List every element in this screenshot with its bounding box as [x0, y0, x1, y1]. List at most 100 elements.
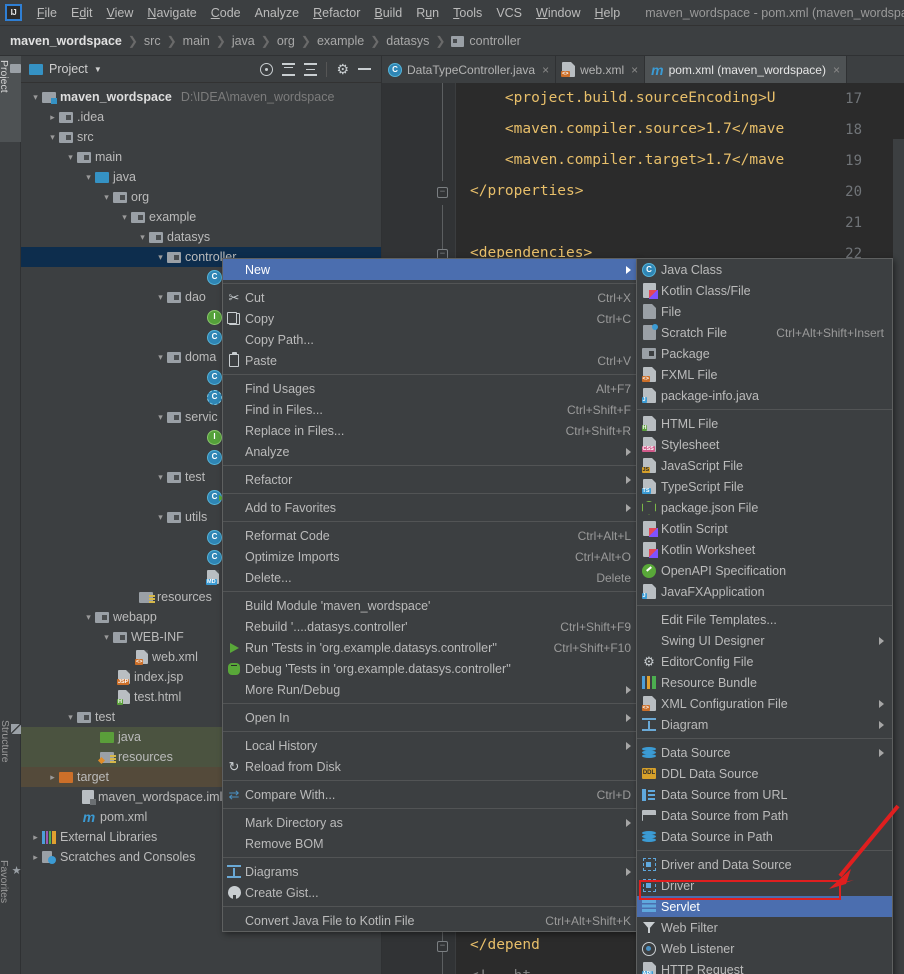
expand-all-icon[interactable]: [282, 62, 296, 76]
menu-run[interactable]: Run: [409, 4, 446, 22]
menu-item-diagrams[interactable]: Diagrams: [223, 861, 637, 882]
menu-analyze[interactable]: Analyze: [248, 4, 306, 22]
submenu-item-resource-bundle[interactable]: Resource Bundle: [637, 672, 892, 693]
twisty-icon[interactable]: ▾: [136, 232, 149, 243]
tree-row-main[interactable]: ▾ main: [21, 147, 381, 167]
close-icon[interactable]: ×: [542, 63, 549, 77]
breadcrumb-item-org[interactable]: org: [277, 34, 295, 48]
menu-item-remove-bom[interactable]: Remove BOM: [223, 833, 637, 854]
menu-build[interactable]: Build: [367, 4, 409, 22]
submenu-item-data-source-in-path[interactable]: Data Source in Path: [637, 826, 892, 847]
menu-item-replace-in-files[interactable]: Replace in Files... Ctrl+Shift+R: [223, 420, 637, 441]
menu-item-find-in-files[interactable]: Find in Files... Ctrl+Shift+F: [223, 399, 637, 420]
submenu-item-servlet[interactable]: Servlet: [637, 896, 892, 917]
twisty-icon[interactable]: ▾: [118, 212, 131, 223]
close-icon[interactable]: ×: [833, 63, 840, 77]
submenu-item-scratch-file[interactable]: Scratch File Ctrl+Alt+Shift+Insert: [637, 322, 892, 343]
menu-file[interactable]: File: [30, 4, 64, 22]
twisty-icon[interactable]: ▾: [82, 612, 95, 623]
fold-toggle-icon[interactable]: −: [437, 941, 448, 952]
tree-row-src[interactable]: ▾ src: [21, 127, 381, 147]
twisty-icon[interactable]: ▾: [154, 512, 167, 523]
twisty-icon[interactable]: ▾: [154, 252, 167, 263]
menu-item-find-usages[interactable]: Find Usages Alt+F7: [223, 378, 637, 399]
menu-item-more-run-debug[interactable]: More Run/Debug: [223, 679, 637, 700]
tree-row-maven-wordspace[interactable]: ▾ maven_wordspace D:\IDEA\maven_wordspac…: [21, 87, 381, 107]
menu-edit[interactable]: Edit: [64, 4, 100, 22]
context-menu[interactable]: New ✂ Cut Ctrl+X Copy Ctrl+C Copy Path..…: [222, 258, 638, 932]
menu-item-local-history[interactable]: Local History: [223, 735, 637, 756]
submenu-item-ddl-data-source[interactable]: DDL DDL Data Source: [637, 763, 892, 784]
locate-icon[interactable]: [260, 62, 274, 76]
twisty-icon[interactable]: ▾: [154, 472, 167, 483]
menu-item-cut[interactable]: ✂ Cut Ctrl+X: [223, 287, 637, 308]
twisty-icon[interactable]: ▸: [29, 832, 42, 843]
twisty-icon[interactable]: ▸: [46, 772, 59, 783]
hide-icon[interactable]: [358, 68, 371, 70]
menu-item-refactor[interactable]: Refactor: [223, 469, 637, 490]
twisty-icon[interactable]: ▸: [29, 852, 42, 863]
submenu-item-data-source[interactable]: Data Source: [637, 742, 892, 763]
menu-item-new[interactable]: New: [223, 259, 637, 280]
new-submenu[interactable]: C Java Class Kotlin Class/File File Scra…: [636, 258, 893, 974]
submenu-item-file[interactable]: File: [637, 301, 892, 322]
tree-row-java[interactable]: ▾ java: [21, 167, 381, 187]
menu-vcs[interactable]: VCS: [489, 4, 529, 22]
menu-window[interactable]: Window: [529, 4, 587, 22]
menu-item-debug-tests[interactable]: Debug 'Tests in 'org.example.datasys.con…: [223, 658, 637, 679]
editor-tab-datatypecontroller[interactable]: C DataTypeController.java ×: [382, 56, 557, 83]
twisty-icon[interactable]: ▾: [154, 292, 167, 303]
submenu-item-data-source-from-path[interactable]: Data Source from Path: [637, 805, 892, 826]
submenu-item-openapi-specification[interactable]: OpenAPI Specification: [637, 560, 892, 581]
editor-tab-webxml[interactable]: <> web.xml ×: [556, 56, 646, 83]
menu-tools[interactable]: Tools: [446, 4, 489, 22]
menu-help[interactable]: Help: [588, 4, 628, 22]
submenu-item-kotlin-worksheet[interactable]: Kotlin Worksheet: [637, 539, 892, 560]
menu-item-mark-directory-as[interactable]: Mark Directory as: [223, 812, 637, 833]
tool-window-structure[interactable]: Structure: [0, 716, 21, 794]
twisty-icon[interactable]: ▾: [154, 412, 167, 423]
menu-item-copy[interactable]: Copy Ctrl+C: [223, 308, 637, 329]
menu-item-compare-with[interactable]: ⇄ Compare With... Ctrl+D: [223, 784, 637, 805]
breadcrumb-item-src[interactable]: src: [144, 34, 161, 48]
menu-item-optimize-imports[interactable]: Optimize Imports Ctrl+Alt+O: [223, 546, 637, 567]
menu-item-rebuild[interactable]: Rebuild '....datasys.controller' Ctrl+Sh…: [223, 616, 637, 637]
chevron-down-icon[interactable]: ▼: [94, 65, 102, 74]
menu-item-convert-java-to-kotlin[interactable]: Convert Java File to Kotlin File Ctrl+Al…: [223, 910, 637, 931]
breadcrumb-item-main[interactable]: main: [183, 34, 210, 48]
submenu-item-data-source-from-url[interactable]: Data Source from URL: [637, 784, 892, 805]
tool-window-project[interactable]: Project: [0, 56, 21, 142]
submenu-item-stylesheet[interactable]: CSS Stylesheet: [637, 434, 892, 455]
breadcrumb-item-controller[interactable]: controller: [469, 34, 520, 48]
breadcrumb-item-datasys[interactable]: datasys: [386, 34, 429, 48]
submenu-item-package[interactable]: Package: [637, 343, 892, 364]
collapse-all-icon[interactable]: [304, 62, 318, 76]
twisty-icon[interactable]: ▾: [82, 172, 95, 183]
menu-item-create-gist[interactable]: Create Gist...: [223, 882, 637, 903]
editor-scrollbar[interactable]: [893, 139, 904, 974]
twisty-icon[interactable]: ▾: [154, 352, 167, 363]
twisty-icon[interactable]: ▾: [100, 192, 113, 203]
menu-item-delete[interactable]: Delete... Delete: [223, 567, 637, 588]
menu-item-analyze[interactable]: Analyze: [223, 441, 637, 462]
menu-view[interactable]: View: [100, 4, 141, 22]
twisty-icon[interactable]: ▾: [29, 92, 42, 103]
menu-item-build-module[interactable]: Build Module 'maven_wordspace': [223, 595, 637, 616]
menu-item-run-tests[interactable]: Run 'Tests in 'org.example.datasys.contr…: [223, 637, 637, 658]
twisty-icon[interactable]: ▾: [64, 712, 77, 723]
submenu-item-javafxapplication[interactable]: J JavaFXApplication: [637, 581, 892, 602]
submenu-item-web-filter[interactable]: Web Filter: [637, 917, 892, 938]
close-icon[interactable]: ×: [631, 63, 638, 77]
submenu-item-javascript-file[interactable]: JS JavaScript File: [637, 455, 892, 476]
twisty-icon[interactable]: ▸: [46, 112, 59, 123]
submenu-item-edit-file-templates[interactable]: Edit File Templates...: [637, 609, 892, 630]
gear-icon[interactable]: ⚙: [336, 62, 349, 76]
menu-item-reformat-code[interactable]: Reformat Code Ctrl+Alt+L: [223, 525, 637, 546]
submenu-item-driver[interactable]: Driver: [637, 875, 892, 896]
twisty-icon[interactable]: ▾: [64, 152, 77, 163]
submenu-item-html-file[interactable]: H HTML File: [637, 413, 892, 434]
submenu-item-typescript-file[interactable]: TS TypeScript File: [637, 476, 892, 497]
menu-item-open-in[interactable]: Open In: [223, 707, 637, 728]
submenu-item-http-request[interactable]: API HTTP Request: [637, 959, 892, 974]
menu-item-reload-from-disk[interactable]: ↻ Reload from Disk: [223, 756, 637, 777]
